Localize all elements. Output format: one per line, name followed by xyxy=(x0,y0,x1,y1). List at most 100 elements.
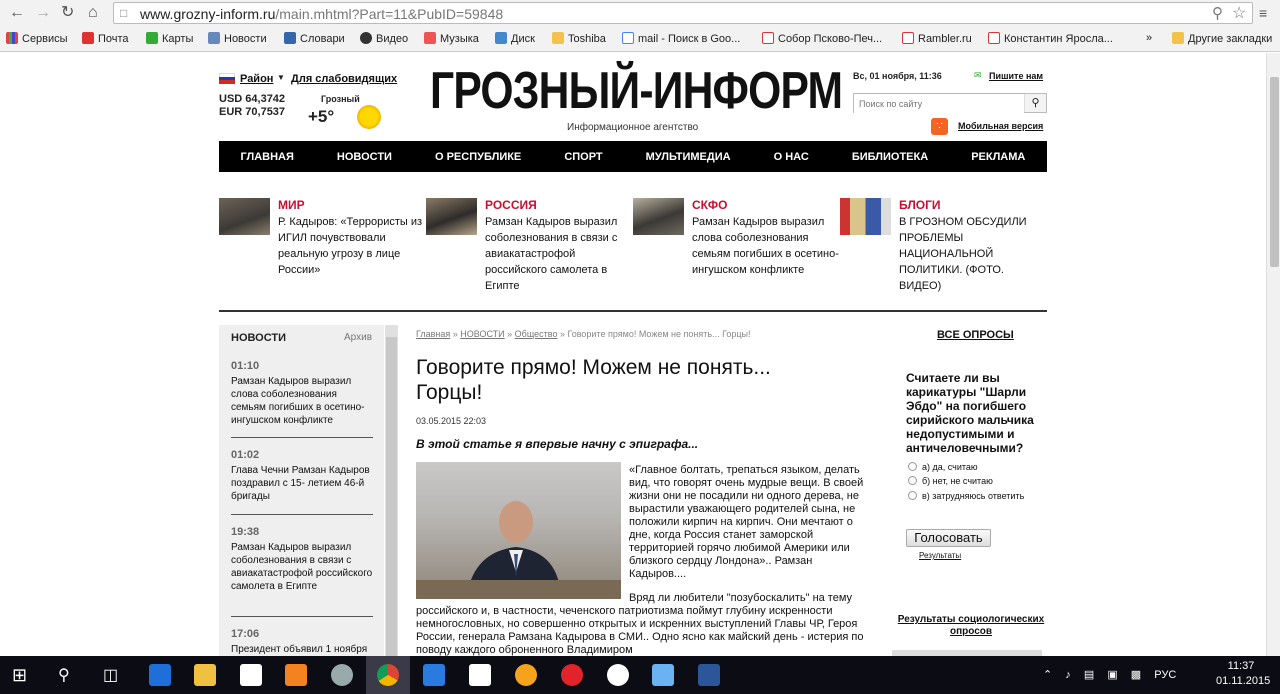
menu-item-multimedia[interactable]: МУЛЬТИМЕДИА xyxy=(646,151,731,163)
menu-item-library[interactable]: БИБЛИОТЕКА xyxy=(852,151,928,163)
reload-icon[interactable]: ↻ xyxy=(61,4,74,22)
poll-question: Считаете ли вы карикатуры "Шарли Эбдо" н… xyxy=(906,371,1034,455)
bookmark-maps[interactable]: Карты xyxy=(146,32,193,45)
menu-item-sport[interactable]: СПОРТ xyxy=(564,151,602,163)
breadcrumb-home[interactable]: Главная xyxy=(416,329,450,339)
news-scrollbar[interactable] xyxy=(385,325,398,656)
teaser-thumbnail[interactable] xyxy=(633,198,684,235)
edge-icon[interactable] xyxy=(149,664,171,686)
bookmark-konstantin[interactable]: Константин Яросла... xyxy=(988,32,1113,45)
search-icon[interactable]: ⚲ xyxy=(58,665,70,685)
menu-item-home[interactable]: ГЛАВНАЯ xyxy=(241,151,294,163)
opera-icon[interactable] xyxy=(561,664,583,686)
teaser-text[interactable]: Р. Кадыров: «Террористы из ИГИЛ почувств… xyxy=(278,214,428,278)
back-icon[interactable]: ← xyxy=(9,4,25,22)
yandex-browser-icon[interactable] xyxy=(607,664,629,686)
store-icon[interactable] xyxy=(240,664,262,686)
article-quote: «Главное болтать, трепаться языком, дела… xyxy=(629,464,864,580)
bookmark-disk[interactable]: Диск xyxy=(495,32,535,45)
star-icon[interactable]: ☆ xyxy=(1232,3,1246,23)
bookmark-dictionaries[interactable]: Словари xyxy=(284,32,345,45)
chevron-down-icon[interactable]: ▼ xyxy=(277,73,285,82)
radio-icon[interactable] xyxy=(908,462,917,471)
teaser-thumbnail[interactable] xyxy=(840,198,891,235)
news-item-text[interactable]: Глава Чечни Рамзан Кадыров поздравил с 1… xyxy=(231,464,373,503)
news-item-text[interactable]: Рамзан Кадыров выразил соболезнования в … xyxy=(231,541,373,593)
zoom-icon[interactable]: ⚲ xyxy=(1212,4,1223,22)
odnoklassniki-icon[interactable] xyxy=(515,664,537,686)
mobile-version-link[interactable]: Мобильная версия xyxy=(958,121,1043,131)
poll-option-unsure[interactable]: в) затрудняюсь ответить xyxy=(908,490,1028,503)
teaser-thumbnail[interactable] xyxy=(426,198,477,235)
poll-option-no[interactable]: б) нет, не считаю xyxy=(908,476,993,486)
menu-item-about[interactable]: О НАС xyxy=(774,151,809,163)
site-logo[interactable]: ГРОЗНЫЙ-ИНФОРМ xyxy=(430,65,843,117)
task-view-icon[interactable]: ◫ xyxy=(103,665,118,685)
bookmark-label: Видео xyxy=(376,33,409,45)
mail-icon[interactable] xyxy=(423,664,445,686)
rss-icon[interactable]: ∵ xyxy=(931,118,948,135)
region-link[interactable]: Район xyxy=(240,73,273,85)
bookmark-sobor[interactable]: Собор Псково-Печ... xyxy=(762,32,882,45)
vote-button[interactable]: Голосовать xyxy=(906,529,991,547)
poll-option-yes[interactable]: а) да, считаю xyxy=(908,462,978,472)
word-icon[interactable] xyxy=(698,664,720,686)
menu-item-ads[interactable]: РЕКЛАМА xyxy=(971,151,1025,163)
menu-icon[interactable]: ≡ xyxy=(1259,4,1267,22)
teaser-category[interactable]: БЛОГИ xyxy=(899,198,941,212)
teaser-category[interactable]: СКФО xyxy=(692,198,727,212)
accessibility-link[interactable]: Для слабовидящих xyxy=(291,73,397,85)
bookmarks-more[interactable]: » xyxy=(1146,32,1152,44)
menu-item-republic[interactable]: О РЕСПУБЛИКЕ xyxy=(435,151,521,163)
windows-start-icon[interactable]: ⊞ xyxy=(12,665,27,686)
bookmark-video[interactable]: Видео xyxy=(360,32,408,45)
power-icon[interactable]: ▣ xyxy=(1107,669,1117,681)
search-input[interactable] xyxy=(854,95,1024,113)
search-icon[interactable]: ⚲ xyxy=(1024,94,1046,112)
news-archive-link[interactable]: Архив xyxy=(344,332,372,343)
menu-item-news[interactable]: НОВОСТИ xyxy=(337,151,392,163)
explorer-icon[interactable] xyxy=(194,664,216,686)
bookmark-rambler[interactable]: Rambler.ru xyxy=(902,32,972,45)
all-polls-link[interactable]: ВСЕ ОПРОСЫ xyxy=(937,329,1014,341)
bookmark-toshiba[interactable]: Toshiba xyxy=(552,32,606,45)
address-bar[interactable]: □ www.grozny-inform.ru/main.mhtml?Part=1… xyxy=(113,2,1253,24)
write-us-link[interactable]: Пишите нам xyxy=(989,71,1043,81)
forward-icon[interactable]: → xyxy=(35,4,51,22)
sociology-results-link[interactable]: Результаты социологических опросов xyxy=(897,614,1045,638)
radio-icon[interactable] xyxy=(908,476,917,485)
news-item-text[interactable]: Президент объявил 1 ноября xyxy=(231,643,373,656)
yandex-icon[interactable] xyxy=(469,664,491,686)
chrome-icon[interactable] xyxy=(377,664,399,686)
news-item-text[interactable]: Рамзан Кадыров выразил слова соболезнова… xyxy=(231,375,373,427)
page-scrollbar-thumb[interactable] xyxy=(1270,77,1279,267)
bookmark-news[interactable]: Новости xyxy=(208,32,267,45)
page-scrollbar[interactable] xyxy=(1266,53,1280,656)
media-player-icon[interactable] xyxy=(285,664,307,686)
breadcrumb-news[interactable]: НОВОСТИ xyxy=(460,329,504,339)
poll-results-link[interactable]: Результаты xyxy=(919,551,961,560)
bookmark-services[interactable]: Сервисы xyxy=(6,32,68,45)
volume-icon[interactable]: ♪ xyxy=(1065,669,1071,681)
teaser-text[interactable]: В ГРОЗНОМ ОБСУДИЛИ ПРОБЛЕМЫ НАЦИОНАЛЬНОЙ… xyxy=(899,214,1049,294)
network-icon[interactable]: ▤ xyxy=(1084,669,1094,681)
app-icon[interactable] xyxy=(331,664,353,686)
breadcrumb-society[interactable]: Общество xyxy=(515,329,558,339)
system-clock[interactable]: 11:37 01.11.2015 xyxy=(1216,659,1270,689)
teaser-text[interactable]: Рамзан Кадыров выразил слова соболезнова… xyxy=(692,214,842,278)
keyboard-language[interactable]: РУС xyxy=(1154,669,1176,681)
radio-icon[interactable] xyxy=(908,491,917,500)
teaser-category[interactable]: МИР xyxy=(278,198,305,212)
paint-icon[interactable] xyxy=(652,664,674,686)
news-scrollbar-thumb[interactable] xyxy=(386,337,397,656)
home-icon[interactable]: ⌂ xyxy=(88,4,98,22)
chevron-up-icon[interactable]: ⌃ xyxy=(1043,669,1052,681)
notification-icon[interactable]: ▩ xyxy=(1131,669,1141,681)
teaser-text[interactable]: Рамзан Кадыров выразил соболезнования в … xyxy=(485,214,635,294)
bookmark-music[interactable]: Музыка xyxy=(424,32,479,45)
bookmark-mail[interactable]: Почта xyxy=(82,32,129,45)
bookmark-google[interactable]: mail - Поиск в Goo... xyxy=(622,32,740,45)
bookmark-other[interactable]: Другие закладки xyxy=(1172,32,1272,45)
teaser-thumbnail[interactable] xyxy=(219,198,270,235)
teaser-category[interactable]: РОССИЯ xyxy=(485,198,537,212)
